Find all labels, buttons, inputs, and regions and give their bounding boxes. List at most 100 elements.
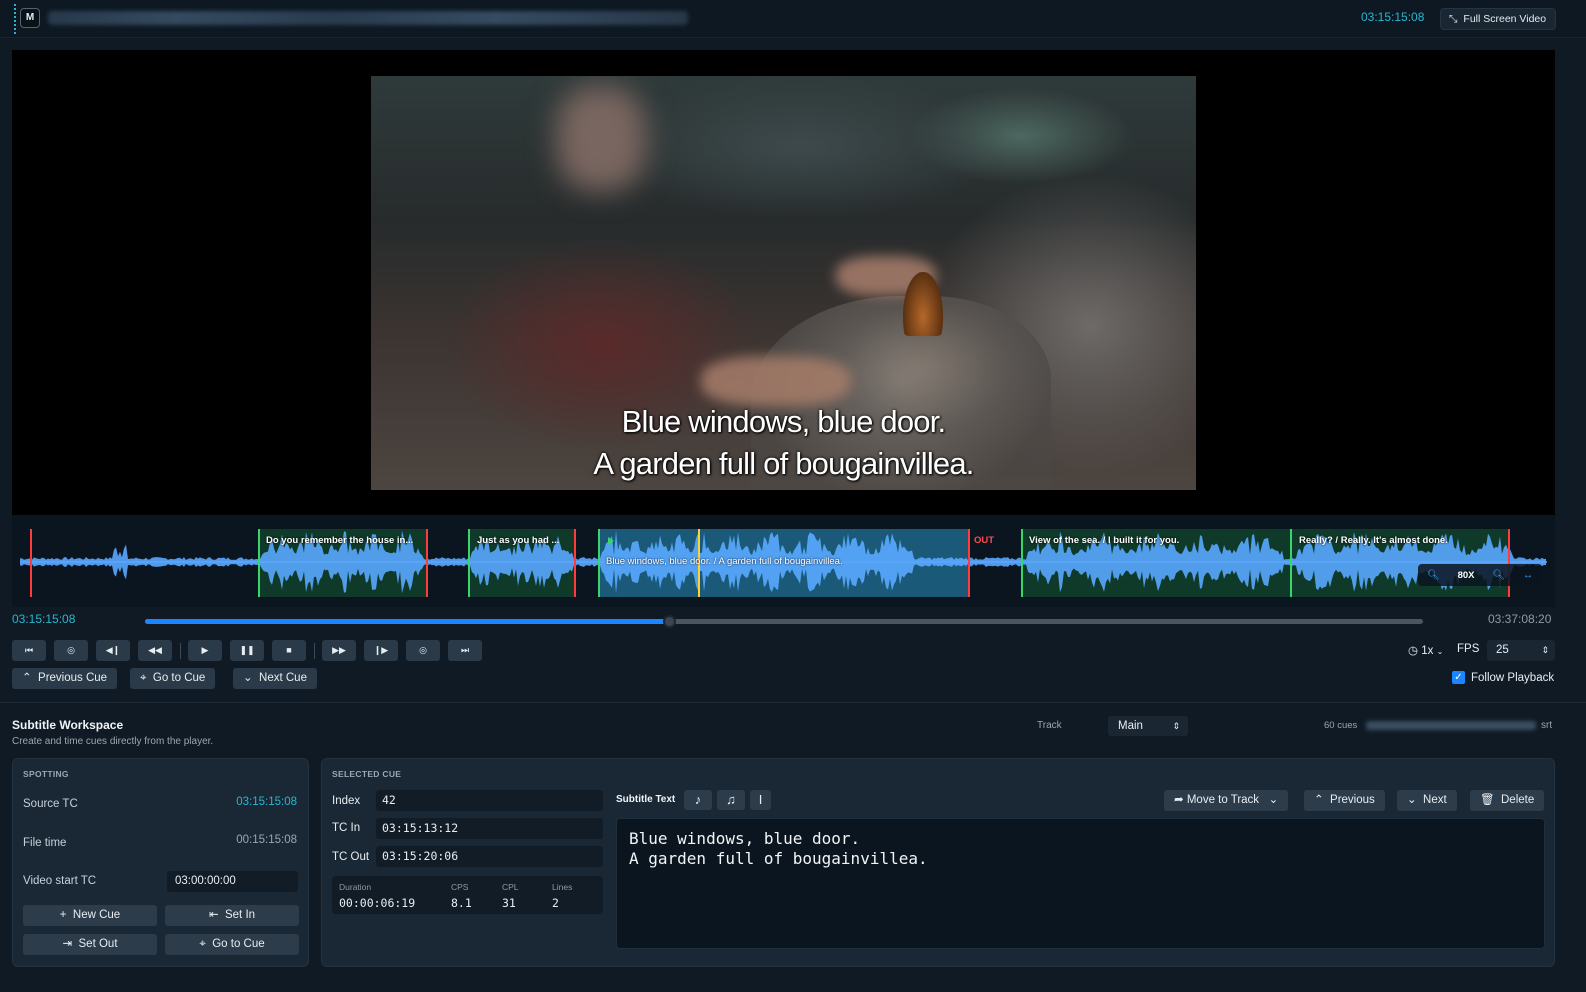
fps-select[interactable]: 25 ⇕ bbox=[1487, 640, 1555, 661]
scene-blurred-face bbox=[556, 86, 646, 191]
move-to-track-label: Move to Track bbox=[1186, 794, 1260, 806]
step-back-icon: ◀︎❙ bbox=[105, 645, 121, 655]
workspace-title: Subtitle Workspace bbox=[12, 718, 124, 732]
insert-double-note-button[interactable]: ♫ bbox=[717, 790, 745, 810]
source-tc-label: Source TC bbox=[23, 798, 78, 810]
subtitle-text-line: Blue windows, blue door. bbox=[629, 829, 861, 848]
tc-out-input[interactable]: 03:15:20:06 bbox=[376, 846, 603, 867]
fps-value: 25 bbox=[1496, 644, 1509, 656]
music-note-icon: ♪ bbox=[694, 792, 702, 807]
playback-scrubber[interactable] bbox=[145, 615, 1423, 628]
scene-hand bbox=[701, 356, 851, 406]
video-player[interactable]: Blue windows, blue door. A garden full o… bbox=[12, 50, 1555, 515]
fast-forward-button[interactable]: ▶▶ bbox=[322, 640, 356, 661]
scene-tea-glass bbox=[903, 272, 943, 336]
set-out-label: Set Out bbox=[78, 938, 118, 950]
mark-out-button[interactable]: ◎ bbox=[406, 640, 440, 661]
previous-cue-button[interactable]: ⌃ Previous Cue bbox=[12, 668, 118, 689]
delete-button[interactable]: 🗑︎ Delete bbox=[1470, 790, 1545, 811]
next-cue-button[interactable]: ⌄ Next Cue bbox=[233, 668, 317, 689]
cue-label[interactable]: Do you remember the house in... bbox=[266, 535, 413, 546]
new-cue-button[interactable]: + New Cue bbox=[23, 905, 157, 926]
cps-label: CPS bbox=[451, 882, 469, 892]
arrow-to-right-icon: ⇥ bbox=[62, 938, 73, 950]
set-in-button[interactable]: ⇤ Set In bbox=[165, 905, 299, 926]
speed-icon: ◷ bbox=[1408, 645, 1419, 657]
tc-in-input[interactable]: 03:15:13:12 bbox=[376, 818, 603, 839]
go-to-cue-label: Go to Cue bbox=[152, 672, 206, 684]
crosshair-icon: ⌖ bbox=[140, 672, 147, 684]
waveform-timeline[interactable]: Do you remember the house in... Just as … bbox=[12, 515, 1555, 607]
play-icon: ▶ bbox=[201, 645, 209, 655]
insert-music-note-button[interactable]: ♪ bbox=[684, 790, 712, 810]
track-select[interactable]: Main ⇕ bbox=[1108, 716, 1188, 736]
subtitle-text-editor[interactable]: Blue windows, blue door. A garden full o… bbox=[616, 818, 1545, 949]
move-to-track-button[interactable]: ➦ Move to Track ⌄ bbox=[1164, 790, 1289, 811]
set-out-button[interactable]: ⇥ Set Out bbox=[23, 934, 157, 955]
skip-end-icon: ⏭ bbox=[460, 645, 470, 655]
selected-cue-title: SELECTED CUE bbox=[332, 769, 402, 779]
index-input[interactable]: 42 bbox=[376, 790, 603, 811]
video-start-tc-label: Video start TC bbox=[23, 875, 97, 887]
file-extension: srt bbox=[1541, 720, 1553, 731]
waveform-zoom-controls: 🔍︎ 80X 🔍︎ ↔ bbox=[1418, 564, 1542, 586]
full-screen-video-button[interactable]: ⤡ Full Screen Video bbox=[1440, 8, 1557, 30]
stop-icon: ■ bbox=[286, 645, 292, 655]
cue-label[interactable]: View of the sea. / I built it for you. bbox=[1029, 535, 1179, 546]
plus-icon: + bbox=[59, 909, 67, 921]
end-timecode: 03:37:08:20 bbox=[1488, 612, 1552, 626]
go-to-cue-button[interactable]: ⌖ Go to Cue bbox=[130, 668, 216, 689]
chevron-down-icon: ⌄ bbox=[1268, 794, 1279, 806]
expand-icon: ⤡ bbox=[1449, 13, 1458, 25]
mark-in-button[interactable]: ◎ bbox=[54, 640, 88, 661]
follow-playback-label: Follow Playback bbox=[1471, 671, 1555, 684]
skip-start-icon: ⏮ bbox=[24, 645, 34, 655]
cpl-value: 31 bbox=[502, 896, 516, 910]
transport-separator bbox=[180, 643, 181, 659]
follow-playback-toggle[interactable]: ✓ Follow Playback bbox=[1452, 671, 1554, 684]
pause-button[interactable]: ❚❚ bbox=[230, 640, 264, 661]
next-cue-label: Next Cue bbox=[259, 672, 307, 684]
file-name-redacted bbox=[48, 11, 688, 25]
zoom-in-icon[interactable]: 🔍︎ bbox=[1492, 570, 1505, 581]
track-label: Track bbox=[1037, 720, 1062, 731]
next-button[interactable]: ⌄ Next bbox=[1397, 790, 1457, 811]
stop-button[interactable]: ■ bbox=[272, 640, 306, 661]
set-in-label: Set In bbox=[224, 909, 256, 921]
cue-stats: Duration 00:00:06:19 CPS 8.1 CPL 31 Line… bbox=[332, 876, 603, 914]
subtitle-overlay-line-1: Blue windows, blue door. bbox=[621, 404, 947, 439]
play-button[interactable]: ▶ bbox=[188, 640, 222, 661]
rewind-button[interactable]: ◀◀ bbox=[138, 640, 172, 661]
trash-icon: 🗑︎ bbox=[1480, 794, 1495, 806]
duration-value: 00:00:06:19 bbox=[339, 896, 416, 910]
previous-label: Previous bbox=[1330, 794, 1375, 806]
zoom-out-icon[interactable]: 🔍︎ bbox=[1427, 570, 1440, 581]
video-start-tc-input[interactable]: 03:00:00:00 bbox=[167, 871, 298, 892]
header-timecode: 03:15:15:08 bbox=[1361, 10, 1425, 24]
transport-separator bbox=[314, 643, 315, 659]
step-back-button[interactable]: ◀︎❙ bbox=[96, 640, 130, 661]
drag-handle[interactable] bbox=[14, 4, 17, 34]
fps-label: FPS bbox=[1457, 643, 1480, 655]
italic-toggle-button[interactable]: I bbox=[750, 790, 771, 810]
fit-width-icon[interactable]: ↔ bbox=[1523, 570, 1533, 581]
app-logo-icon: M bbox=[20, 8, 40, 28]
cue-label[interactable]: Really? / Really. It's almost done. bbox=[1299, 535, 1448, 546]
spotting-go-to-cue-button[interactable]: ⌖ Go to Cue bbox=[165, 934, 299, 955]
scrubber-handle[interactable] bbox=[662, 615, 676, 628]
tc-in-label: TC In bbox=[332, 822, 361, 834]
playback-speed-dropdown[interactable]: ◷ 1x ⌄ bbox=[1408, 643, 1443, 657]
follow-playback-checkbox[interactable]: ✓ bbox=[1452, 671, 1465, 684]
rewind-icon: ◀◀ bbox=[148, 645, 162, 655]
italic-icon: I bbox=[758, 792, 763, 807]
subtitle-text-line: A garden full of bougainvillea. bbox=[629, 849, 928, 868]
step-forward-button[interactable]: ❙▶︎ bbox=[364, 640, 398, 661]
go-to-start-button[interactable]: ⏮ bbox=[12, 640, 46, 661]
go-to-end-button[interactable]: ⏭ bbox=[448, 640, 482, 661]
previous-button[interactable]: ⌃ Previous bbox=[1304, 790, 1385, 811]
chevron-up-icon: ⌃ bbox=[22, 672, 32, 684]
cue-label-selected[interactable]: Blue windows, blue door. / A garden full… bbox=[606, 556, 843, 567]
lines-label: Lines bbox=[552, 882, 573, 892]
cue-label[interactable]: Just as you had ... bbox=[477, 535, 559, 546]
pause-icon: ❚❚ bbox=[239, 645, 255, 655]
